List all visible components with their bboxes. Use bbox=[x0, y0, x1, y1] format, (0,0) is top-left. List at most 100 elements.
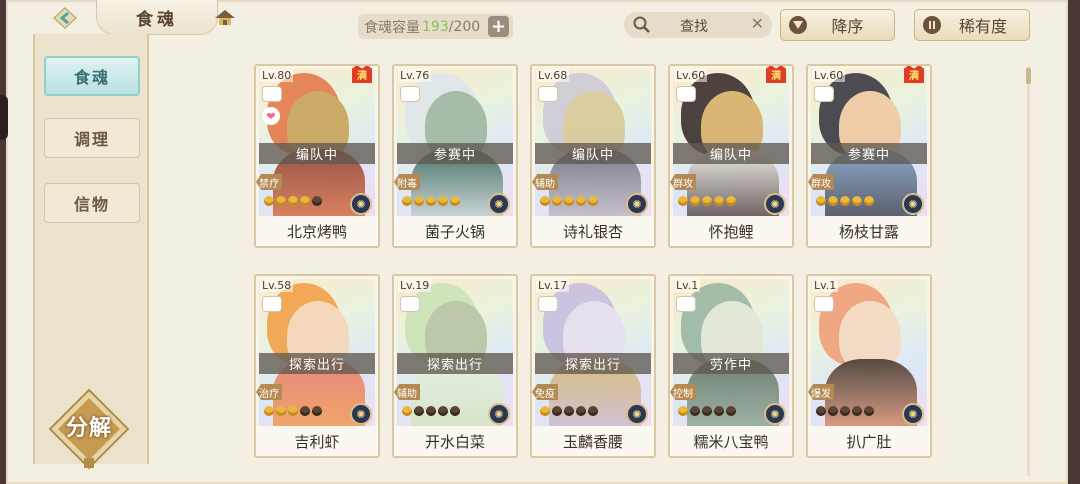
rarity-rating bbox=[264, 406, 322, 416]
rarity-filled-icon bbox=[864, 196, 874, 206]
card-status: 探索出行 bbox=[535, 353, 651, 374]
card-level: Lv.76 bbox=[398, 69, 432, 82]
food-soul-card[interactable]: Lv.60 满 编队中 群攻 ✺ 怀抱鲤 bbox=[668, 64, 794, 248]
rarity-empty-icon bbox=[828, 406, 838, 416]
chat-bubble-icon bbox=[400, 296, 420, 312]
rarity-filled-icon bbox=[426, 196, 436, 206]
card-status: 探索出行 bbox=[397, 353, 513, 374]
rarity-filled-icon bbox=[402, 406, 412, 416]
rarity-empty-icon bbox=[564, 406, 574, 416]
rarity-filled-icon bbox=[288, 196, 298, 206]
rarity-empty-icon bbox=[450, 406, 460, 416]
rarity-filled-icon bbox=[540, 406, 550, 416]
card-status: 编队中 bbox=[259, 143, 375, 164]
rarity-empty-icon bbox=[702, 406, 712, 416]
card-level: Lv.58 bbox=[260, 279, 294, 292]
rarity-rating bbox=[540, 406, 598, 416]
back-button[interactable] bbox=[44, 4, 86, 32]
food-soul-card[interactable]: Lv.68 编队中 辅助 ✺ 诗礼银杏 bbox=[530, 64, 656, 248]
side-handle bbox=[0, 95, 8, 140]
food-soul-card[interactable]: Lv.1 爆发 ✺ 扒广肚 bbox=[806, 274, 932, 458]
card-level: Lv.17 bbox=[536, 279, 570, 292]
rarity-filled-icon bbox=[552, 196, 562, 206]
rarity-rating bbox=[678, 196, 736, 206]
max-badge-icon: 满 bbox=[766, 66, 786, 83]
search-clear-icon[interactable]: ✕ bbox=[751, 14, 764, 33]
scrollbar[interactable] bbox=[1027, 66, 1030, 476]
food-soul-card[interactable]: Lv.1 劳作中 控制 ✺ 糯米八宝鸭 bbox=[668, 274, 794, 458]
element-icon: ✺ bbox=[764, 193, 786, 215]
sidebar-item-token[interactable]: 信物 bbox=[44, 183, 140, 223]
rarity-filled-icon bbox=[414, 196, 424, 206]
card-level: Lv.19 bbox=[398, 279, 432, 292]
element-icon: ✺ bbox=[488, 193, 510, 215]
max-badge-icon: 满 bbox=[904, 66, 924, 83]
element-icon: ✺ bbox=[488, 403, 510, 425]
food-soul-card[interactable]: Lv.58 探索出行 治疗 ✺ 吉利虾 bbox=[254, 274, 380, 458]
sidebar-item-soul[interactable]: 食魂 bbox=[44, 56, 140, 96]
sidebar-item-tune[interactable]: 调理 bbox=[44, 118, 140, 158]
card-name: 北京烤鸭 bbox=[256, 216, 378, 246]
heart-icon: ❤ bbox=[262, 107, 280, 125]
capacity-max: /200 bbox=[448, 18, 481, 35]
rarity-filled-icon bbox=[540, 196, 550, 206]
rarity-empty-icon bbox=[690, 406, 700, 416]
sort-key-label: 稀有度 bbox=[958, 17, 1007, 36]
capacity-display: 食魂容量 193 /200 + bbox=[358, 14, 513, 39]
rarity-empty-icon bbox=[438, 406, 448, 416]
rarity-filled-icon bbox=[714, 196, 724, 206]
food-soul-card[interactable]: Lv.60 满 参赛中 群攻 ✺ 杨枝甘露 bbox=[806, 64, 932, 248]
search-field[interactable]: 查找 ✕ bbox=[624, 12, 772, 38]
rarity-empty-icon bbox=[312, 196, 322, 206]
card-name: 吉利虾 bbox=[256, 426, 378, 456]
rarity-filled-icon bbox=[264, 406, 274, 416]
scrollbar-thumb[interactable] bbox=[1026, 68, 1031, 84]
decompose-button[interactable]: 分解 bbox=[48, 388, 130, 470]
rarity-filled-icon bbox=[840, 196, 850, 206]
chat-bubble-icon bbox=[676, 296, 696, 312]
card-level: Lv.68 bbox=[536, 69, 570, 82]
element-icon: ✺ bbox=[902, 403, 924, 425]
sort-order-button[interactable]: 降序 bbox=[780, 9, 895, 41]
decompose-label: 分解 bbox=[65, 416, 112, 441]
card-status: 编队中 bbox=[535, 143, 651, 164]
card-name: 开水白菜 bbox=[394, 426, 516, 456]
food-soul-card[interactable]: Lv.80 ❤ 满 编队中 禁疗 ✺ 北京烤鸭 bbox=[254, 64, 380, 248]
rarity-filled-icon bbox=[402, 196, 412, 206]
home-icon[interactable] bbox=[214, 8, 236, 28]
element-icon: ✺ bbox=[350, 193, 372, 215]
back-arrow-icon bbox=[52, 6, 78, 30]
rarity-rating bbox=[540, 196, 598, 206]
rarity-empty-icon bbox=[714, 406, 724, 416]
sort-order-label: 降序 bbox=[831, 17, 864, 36]
card-name: 诗礼银杏 bbox=[532, 216, 654, 246]
rarity-rating bbox=[816, 196, 874, 206]
rarity-filled-icon bbox=[438, 196, 448, 206]
search-label: 查找 bbox=[680, 19, 708, 35]
rarity-filled-icon bbox=[450, 196, 460, 206]
card-level: Lv.80 bbox=[260, 69, 294, 82]
rarity-filled-icon bbox=[276, 406, 286, 416]
rarity-rating bbox=[816, 406, 874, 416]
card-level: Lv.60 bbox=[674, 69, 708, 82]
card-role-tag: 群攻 bbox=[808, 174, 834, 190]
rarity-filled-icon bbox=[816, 196, 826, 206]
rarity-empty-icon bbox=[576, 406, 586, 416]
card-level: Lv.1 bbox=[812, 279, 839, 292]
top-bar: 食魂 食魂容量 193 /200 + 查找 ✕ 降序 稀有度 bbox=[0, 0, 1080, 44]
element-icon: ✺ bbox=[626, 403, 648, 425]
food-soul-card[interactable]: Lv.76 参赛中 附毒 ✺ 菌子火锅 bbox=[392, 64, 518, 248]
capacity-label: 食魂容量 bbox=[364, 19, 420, 36]
chat-bubble-icon bbox=[814, 296, 834, 312]
sort-key-button[interactable]: 稀有度 bbox=[914, 9, 1030, 41]
add-capacity-button[interactable]: + bbox=[488, 16, 509, 37]
card-role-tag: 爆发 bbox=[808, 384, 834, 400]
food-soul-card[interactable]: Lv.19 探索出行 辅助 ✺ 开水白菜 bbox=[392, 274, 518, 458]
card-name: 怀抱鲤 bbox=[670, 216, 792, 246]
card-name: 玉麟香腰 bbox=[532, 426, 654, 456]
rarity-empty-icon bbox=[840, 406, 850, 416]
rarity-filled-icon bbox=[564, 196, 574, 206]
card-level: Lv.1 bbox=[674, 279, 701, 292]
food-soul-card[interactable]: Lv.17 探索出行 免疫 ✺ 玉麟香腰 bbox=[530, 274, 656, 458]
element-icon: ✺ bbox=[350, 403, 372, 425]
